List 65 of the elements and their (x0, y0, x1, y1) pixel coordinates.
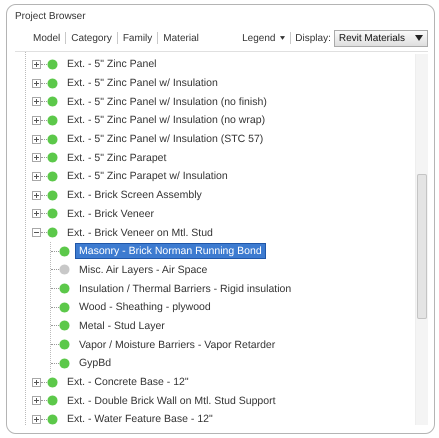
material-name: Ext. - 5" Zinc Panel w/ Insulation (STC 57) (66, 132, 264, 146)
scrollbar-thumb[interactable] (417, 174, 427, 319)
tree-item[interactable]: Metal - Stud Layer (51, 316, 415, 336)
expander-icon[interactable] (32, 134, 41, 144)
expander-icon[interactable] (32, 414, 41, 424)
expander-icon[interactable] (32, 209, 41, 218)
tree-item[interactable]: Wood - Sheathing - plywood (51, 298, 415, 317)
tree-item[interactable]: Ext. - 5" Zinc Panel (32, 55, 415, 74)
caret-icon (415, 35, 423, 41)
display-label: Display: (294, 32, 332, 44)
tree-item[interactable]: Ext. - Brick Veneer (32, 204, 415, 224)
expander-icon[interactable] (32, 153, 41, 162)
tree-item[interactable]: Masonry - Brick Norman Running Bond (51, 242, 415, 261)
tree-item[interactable]: Misc. Air Layers - Air Space (51, 260, 415, 280)
tree-item[interactable]: Ext. - 5" Zinc Parapet (32, 148, 415, 168)
expander-icon[interactable] (32, 172, 41, 181)
expander-icon[interactable] (32, 97, 41, 106)
material-name: GypBd (78, 356, 112, 370)
window-title: Project Browser (15, 10, 87, 24)
material-name: Ext. - Brick Screen Assembly (66, 188, 203, 202)
tree-item[interactable]: Ext. - Double Brick Wall on Mtl. Stud Support (32, 391, 415, 410)
expander-icon[interactable] (32, 60, 41, 69)
material-name: Ext. - 5" Zinc Parapet w/ Insulation (66, 169, 229, 184)
tree-item[interactable]: Ext. - Brick Screen Assembly (32, 186, 415, 204)
view-tab[interactable]: Model (29, 32, 64, 44)
scrollbar[interactable] (415, 54, 428, 425)
material-name: Masonry - Brick Norman Running Bond (76, 244, 265, 258)
material-name: Misc. Air Layers - Air Space (78, 262, 208, 277)
material-name: Insulation / Thermal Barriers - Rigid insulation (78, 282, 292, 296)
expander-icon[interactable] (32, 228, 41, 238)
material-name: Ext. - 5" Zinc Parapet (66, 150, 168, 165)
expander-icon[interactable] (32, 396, 41, 406)
material-name: Ext. - 5" Zinc Panel w/ Insulation (no wrap) (66, 113, 266, 128)
tree-item[interactable]: Insulation / Thermal Barriers - Rigid insulation (51, 279, 415, 298)
tree-item[interactable]: Ext. - Water Feature Base - 12" (32, 410, 415, 429)
caret-icon (280, 36, 286, 40)
material-name: Ext. - 5" Zinc Panel (66, 57, 158, 72)
material-name: Ext. - Brick Veneer (66, 206, 155, 221)
tree-item[interactable]: Ext. - 5" Zinc Panel w/ Insulation (no finish) (32, 92, 415, 112)
tree-item[interactable]: Ext. - 5" Zinc Panel w/ Insulation (32, 74, 415, 92)
expander-icon[interactable] (32, 190, 41, 200)
material-name: Ext. - 5" Zinc Panel w/ Insulation (66, 76, 219, 90)
view-tab[interactable]: Material (159, 32, 203, 44)
material-name: Ext. - Double Brick Wall on Mtl. Stud Support (66, 394, 277, 408)
tree-item[interactable]: Ext. - 5" Zinc Parapet w/ Insulation (32, 167, 415, 186)
expander-icon[interactable] (32, 116, 41, 125)
expander-icon[interactable] (32, 78, 41, 88)
tree-item[interactable]: Ext. - Brick Veneer on Mtl. Stud (32, 223, 415, 242)
view-tab[interactable]: Family (118, 32, 156, 44)
material-name: Vapor / Moisture Barriers - Vapor Retarder (78, 338, 276, 352)
material-name: Ext. - 5" Zinc Panel w/ Insulation (no finish) (66, 94, 268, 109)
tree-item[interactable]: GypBd (51, 354, 415, 373)
material-name: Metal - Stud Layer (78, 318, 166, 333)
tree-item[interactable]: Vapor / Moisture Barriers - Vapor Retarder (51, 335, 415, 354)
material-name: Ext. - Brick Veneer on Mtl. Stud (66, 226, 214, 240)
material-name: Wood - Sheathing - plywood (78, 300, 212, 314)
material-name: Ext. - Concrete Base - 12" (66, 375, 190, 390)
expander-icon[interactable] (32, 378, 41, 387)
material-name: Ext. - Water Feature Base - 12" (66, 412, 214, 426)
legend-dropdown[interactable]: Legend (238, 32, 290, 44)
tree-item[interactable]: Ext. - 5" Zinc Panel w/ Insulation (STC 57) (32, 130, 415, 148)
tree-item[interactable]: Ext. - Concrete Base - 12" (32, 372, 415, 392)
view-tab[interactable]: Category (67, 32, 116, 44)
display-dropdown[interactable]: Revit Materials (334, 30, 428, 46)
tree-item[interactable]: Ext. - 5" Zinc Panel w/ Insulation (no wrap) (32, 111, 415, 130)
